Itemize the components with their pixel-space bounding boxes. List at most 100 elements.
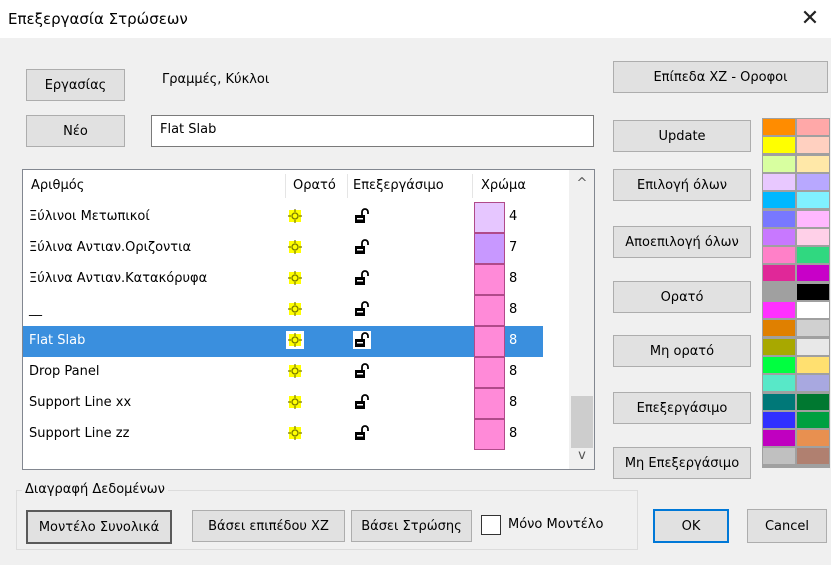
header-editable[interactable]: Επεξεργάσιμο — [353, 178, 444, 193]
color-swatch[interactable] — [474, 233, 505, 264]
close-icon[interactable]: ✕ — [795, 4, 825, 34]
lock-icon[interactable] — [353, 424, 371, 442]
palette-swatch[interactable] — [797, 247, 829, 264]
lock-icon[interactable] — [353, 393, 371, 411]
lock-icon[interactable] — [353, 331, 371, 349]
table-row[interactable]: Ξύλινα Αντιαν.Κατακόρυφα 8 — [23, 264, 543, 295]
color-swatch[interactable] — [474, 202, 505, 233]
palette-swatch[interactable] — [797, 155, 829, 172]
only-model-checkbox[interactable] — [481, 515, 501, 535]
table-row[interactable]: Ξύλινα Αντιαν.Οριζοντια 7 — [23, 233, 543, 264]
not-visible-button[interactable]: Μη ορατό — [613, 335, 751, 367]
header-visible[interactable]: Ορατό — [293, 178, 336, 193]
palette-swatch[interactable] — [763, 302, 795, 318]
scroll-thumb[interactable] — [571, 396, 593, 448]
palette-swatch[interactable] — [763, 320, 795, 337]
table-row[interactable]: __ 8 — [23, 295, 543, 326]
palette-swatch[interactable] — [763, 448, 795, 465]
not-editable-button[interactable]: Μη Επεξεργάσιμο — [613, 447, 751, 479]
palette-swatch[interactable] — [797, 356, 829, 373]
ok-button[interactable]: OK — [653, 509, 729, 543]
color-swatch[interactable] — [474, 357, 505, 388]
table-row[interactable]: Drop Panel 8 — [23, 357, 543, 388]
palette-swatch[interactable] — [797, 265, 829, 282]
table-row[interactable]: Support Line xx 8 — [23, 388, 543, 419]
palette-swatch[interactable] — [797, 137, 829, 154]
palette-swatch[interactable] — [797, 448, 829, 465]
palette-swatch[interactable] — [763, 356, 795, 373]
visible-icon[interactable] — [286, 424, 304, 442]
visible-icon[interactable] — [286, 269, 304, 287]
palette-swatch[interactable] — [797, 338, 829, 355]
visible-icon[interactable] — [286, 331, 304, 349]
palette-swatch[interactable] — [797, 119, 829, 135]
palette-swatch[interactable] — [763, 155, 795, 172]
color-swatch[interactable] — [474, 295, 505, 326]
palette-swatch[interactable] — [797, 228, 829, 245]
scroll-up-icon[interactable]: ^ — [569, 172, 594, 196]
lock-icon[interactable] — [353, 362, 371, 380]
color-swatch[interactable] — [474, 326, 505, 357]
select-all-button[interactable]: Επιλογή όλων — [613, 169, 751, 201]
header-number[interactable]: Αριθμός — [31, 178, 84, 193]
palette-swatch[interactable] — [763, 137, 795, 154]
lock-icon[interactable] — [353, 269, 371, 287]
palette-swatch[interactable] — [797, 375, 829, 392]
levels-xz-button[interactable]: Επίπεδα XZ - Οροφοι — [613, 61, 828, 93]
palette-swatch[interactable] — [763, 119, 795, 135]
cancel-button[interactable]: Cancel — [747, 509, 827, 543]
palette-swatch[interactable] — [797, 302, 829, 318]
deselect-all-button[interactable]: Αποεπιλογή όλων — [613, 226, 751, 258]
color-swatch[interactable] — [474, 388, 505, 419]
scroll-down-icon[interactable]: v — [569, 444, 594, 468]
palette-swatch[interactable] — [797, 283, 829, 300]
layer-name-input[interactable]: Flat Slab — [151, 115, 594, 147]
palette-swatch[interactable] — [797, 173, 829, 190]
model-total-button[interactable]: Μοντέλο Συνολικά — [26, 510, 172, 544]
palette-swatch[interactable] — [797, 411, 829, 428]
lock-icon[interactable] — [353, 300, 371, 318]
palette-swatch[interactable] — [763, 247, 795, 264]
table-row[interactable]: Support Line zz 8 — [23, 419, 543, 450]
delete-data-label: Διαγραφή Δεδομένων — [22, 482, 168, 497]
palette-swatch[interactable] — [763, 173, 795, 190]
color-swatch[interactable] — [474, 419, 505, 450]
palette-swatch[interactable] — [797, 430, 829, 447]
palette-swatch[interactable] — [797, 210, 829, 227]
palette-swatch[interactable] — [797, 320, 829, 337]
palette-swatch[interactable] — [763, 210, 795, 227]
palette-swatch[interactable] — [763, 338, 795, 355]
palette-swatch[interactable] — [763, 430, 795, 447]
visible-icon[interactable] — [286, 362, 304, 380]
palette-swatch[interactable] — [763, 192, 795, 209]
palette-swatch[interactable] — [797, 192, 829, 209]
table-row[interactable]: Flat Slab 8 — [23, 326, 543, 357]
by-layer-button[interactable]: Βάσει Στρώσης — [351, 510, 472, 542]
palette-swatch[interactable] — [763, 265, 795, 282]
color-swatch[interactable] — [474, 264, 505, 295]
visible-icon[interactable] — [286, 238, 304, 256]
header-color[interactable]: Χρώμα — [481, 178, 526, 193]
new-button[interactable]: Νέο — [26, 115, 125, 147]
palette-swatch[interactable] — [763, 411, 795, 428]
palette-swatch[interactable] — [763, 228, 795, 245]
by-level-xz-button[interactable]: Βάσει επιπέδου XZ — [192, 510, 345, 542]
layers-list[interactable]: Αριθμός Ορατό Επεξεργάσιμο Χρώμα Ξύλινοι… — [22, 169, 595, 470]
ergasias-button[interactable]: Εργασίας — [26, 69, 125, 101]
visible-icon[interactable] — [286, 207, 304, 225]
table-row[interactable]: Ξύλινοι Μετωπικοί 4 — [23, 202, 543, 233]
lock-icon[interactable] — [353, 207, 371, 225]
editable-button[interactable]: Επεξεργάσιμο — [613, 392, 751, 424]
visible-button[interactable]: Ορατό — [613, 281, 751, 313]
visible-icon[interactable] — [286, 393, 304, 411]
lock-icon[interactable] — [353, 238, 371, 256]
palette-swatch[interactable] — [797, 393, 829, 410]
only-model-label: Μόνο Μοντέλο — [508, 517, 604, 532]
palette-swatch[interactable] — [763, 283, 795, 300]
row-name: __ — [29, 302, 42, 317]
palette-swatch[interactable] — [763, 375, 795, 392]
visible-icon[interactable] — [286, 300, 304, 318]
palette-swatch[interactable] — [763, 393, 795, 410]
update-button[interactable]: Update — [613, 120, 751, 152]
list-scrollbar[interactable]: ^ v — [569, 170, 594, 469]
